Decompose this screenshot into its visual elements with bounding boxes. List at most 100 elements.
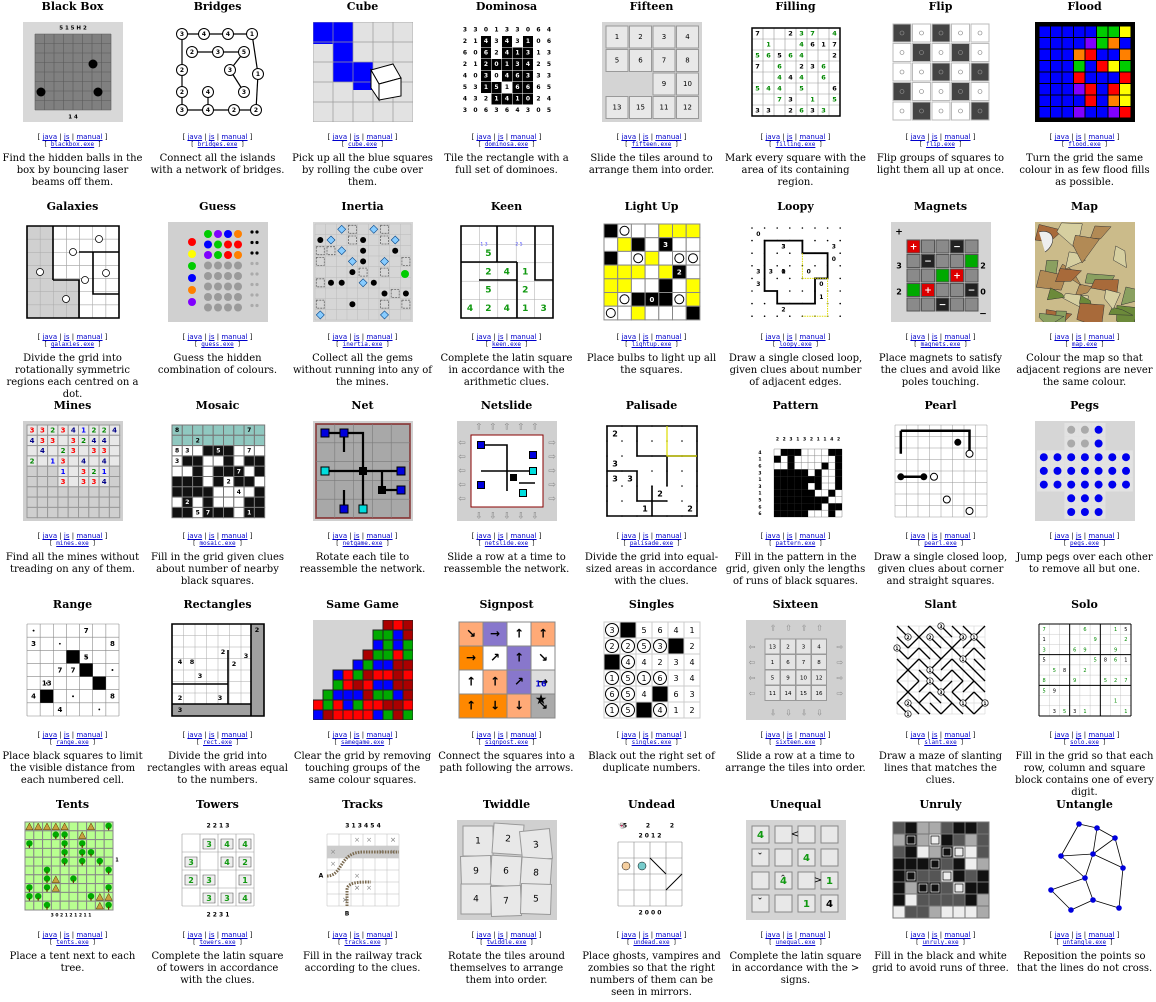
keen-thumbnail[interactable]: 241524241351 32 5 — [456, 222, 557, 322]
java-link[interactable]: java — [42, 333, 57, 341]
manual-link[interactable]: manual — [221, 532, 247, 540]
manual-link[interactable]: manual — [510, 133, 536, 141]
js-link[interactable]: js — [787, 931, 793, 939]
exe-download-link[interactable]: blackbox.exe — [51, 141, 94, 148]
js-link[interactable]: js — [64, 931, 70, 939]
exe-download-link[interactable]: towers.exe — [199, 939, 235, 946]
exe-download-link[interactable]: bridges.exe — [198, 141, 238, 148]
manual-link[interactable]: manual — [221, 333, 247, 341]
java-link[interactable]: java — [332, 931, 347, 939]
palisade-thumbnail[interactable]: 2333212 — [601, 421, 702, 521]
fifteen-thumbnail[interactable]: 1 2 3 4 5 6 7 8 9 10 13 15 11 12 — [601, 22, 702, 122]
tents-thumbnail[interactable]: 1 3 0 2 1 2 1 2 1 1 — [22, 820, 123, 920]
java-link[interactable]: java — [476, 931, 491, 939]
exe-download-link[interactable]: keen.exe — [492, 341, 521, 348]
java-link[interactable]: java — [910, 931, 925, 939]
manual-link[interactable]: manual — [799, 133, 825, 141]
manual-link[interactable]: manual — [1088, 333, 1114, 341]
exe-download-link[interactable]: pegs.exe — [1070, 540, 1099, 547]
exe-download-link[interactable]: netgame.exe — [343, 540, 383, 547]
netslide-thumbnail[interactable]: ⇧ ⇩ ⇦ ⇨ ⇧ ⇩ ⇦ ⇨ ⇧ ⇩ ⇦ ⇨ ⇧ ⇩ ⇦ ⇨ ⇧ ⇩ ⇦ ⇨ — [456, 421, 557, 521]
exe-download-link[interactable]: cube.exe — [348, 141, 377, 148]
map-thumbnail[interactable] — [1034, 222, 1135, 322]
js-link[interactable]: js — [1076, 931, 1082, 939]
js-link[interactable]: js — [1076, 532, 1082, 540]
js-link[interactable]: js — [354, 931, 360, 939]
java-link[interactable]: java — [187, 133, 202, 141]
manual-link[interactable]: manual — [944, 532, 970, 540]
js-link[interactable]: js — [1076, 333, 1082, 341]
unequal-thumbnail[interactable]: 4 4 4 1 1 4 < > ⌄ ⌃ ⌄ — [745, 820, 846, 920]
js-link[interactable]: js — [354, 333, 360, 341]
exe-download-link[interactable]: flip.exe — [926, 141, 955, 148]
dominosa-thumbnail[interactable]: 3301330642143431066062413132120134254030… — [456, 22, 557, 122]
range-thumbnail[interactable]: 73857713484 — [22, 620, 123, 720]
manual-link[interactable]: manual — [76, 532, 102, 540]
manual-link[interactable]: manual — [944, 133, 970, 141]
js-link[interactable]: js — [932, 731, 938, 739]
js-link[interactable]: js — [1076, 731, 1082, 739]
manual-link[interactable]: manual — [799, 731, 825, 739]
js-link[interactable]: js — [498, 931, 504, 939]
undead-thumbnail[interactable]: 👻 5 2 2 2 0 1 22 0 0 0 — [601, 820, 702, 920]
exe-download-link[interactable]: solo.exe — [1070, 739, 1099, 746]
manual-link[interactable]: manual — [510, 931, 536, 939]
js-link[interactable]: js — [64, 333, 70, 341]
java-link[interactable]: java — [621, 931, 636, 939]
java-link[interactable]: java — [765, 931, 780, 939]
java-link[interactable]: java — [187, 333, 202, 341]
twiddle-thumbnail[interactable]: 1 2 3 9 6 8 4 7 5 — [456, 820, 557, 920]
java-link[interactable]: java — [1054, 931, 1069, 939]
exe-download-link[interactable]: map.exe — [1072, 341, 1097, 348]
bridges-thumbnail[interactable]: 3 4 4 1 2 3 5 2 3 1 2 4 3 3 4 2 2 — [167, 22, 268, 122]
js-link[interactable]: js — [932, 931, 938, 939]
exe-download-link[interactable]: fifteen.exe — [632, 141, 672, 148]
exe-download-link[interactable]: filling.exe — [776, 141, 816, 148]
exe-download-link[interactable]: unruly.exe — [922, 939, 958, 946]
manual-link[interactable]: manual — [366, 333, 392, 341]
js-link[interactable]: js — [787, 532, 793, 540]
js-link[interactable]: js — [1076, 133, 1082, 141]
js-link[interactable]: js — [643, 731, 649, 739]
manual-link[interactable]: manual — [221, 731, 247, 739]
manual-link[interactable]: manual — [76, 731, 102, 739]
manual-link[interactable]: manual — [655, 532, 681, 540]
js-link[interactable]: js — [643, 333, 649, 341]
java-link[interactable]: java — [332, 133, 347, 141]
manual-link[interactable]: manual — [1088, 133, 1114, 141]
manual-link[interactable]: manual — [221, 931, 247, 939]
blackbox-thumbnail[interactable]: 5 1 5 H 2 1 4 — [22, 22, 123, 122]
unruly-thumbnail[interactable] — [890, 820, 991, 920]
java-link[interactable]: java — [1054, 532, 1069, 540]
exe-download-link[interactable]: guess.exe — [201, 341, 234, 348]
rect-thumbnail[interactable]: 2322483233 — [167, 620, 268, 720]
java-link[interactable]: java — [332, 532, 347, 540]
js-link[interactable]: js — [209, 133, 215, 141]
java-link[interactable]: java — [187, 731, 202, 739]
java-link[interactable]: java — [1054, 133, 1069, 141]
java-link[interactable]: java — [910, 731, 925, 739]
js-link[interactable]: js — [354, 731, 360, 739]
pearl-thumbnail[interactable] — [890, 421, 991, 521]
js-link[interactable]: js — [209, 333, 215, 341]
exe-download-link[interactable]: netslide.exe — [485, 540, 528, 547]
guess-thumbnail[interactable] — [167, 222, 268, 322]
java-link[interactable]: java — [42, 931, 57, 939]
exe-download-link[interactable]: rect.exe — [203, 739, 232, 746]
galaxies-thumbnail[interactable] — [22, 222, 123, 322]
manual-link[interactable]: manual — [510, 532, 536, 540]
js-link[interactable]: js — [209, 931, 215, 939]
js-link[interactable]: js — [64, 731, 70, 739]
manual-link[interactable]: manual — [76, 133, 102, 141]
js-link[interactable]: js — [209, 532, 215, 540]
lightup-thumbnail[interactable]: 3 2 0 — [601, 222, 702, 322]
java-link[interactable]: java — [42, 731, 57, 739]
java-link[interactable]: java — [765, 333, 780, 341]
cube-thumbnail[interactable] — [312, 22, 413, 122]
java-link[interactable]: java — [476, 532, 491, 540]
manual-link[interactable]: manual — [1088, 731, 1114, 739]
js-link[interactable]: js — [498, 731, 504, 739]
java-link[interactable]: java — [621, 133, 636, 141]
js-link[interactable]: js — [498, 532, 504, 540]
js-link[interactable]: js — [787, 133, 793, 141]
